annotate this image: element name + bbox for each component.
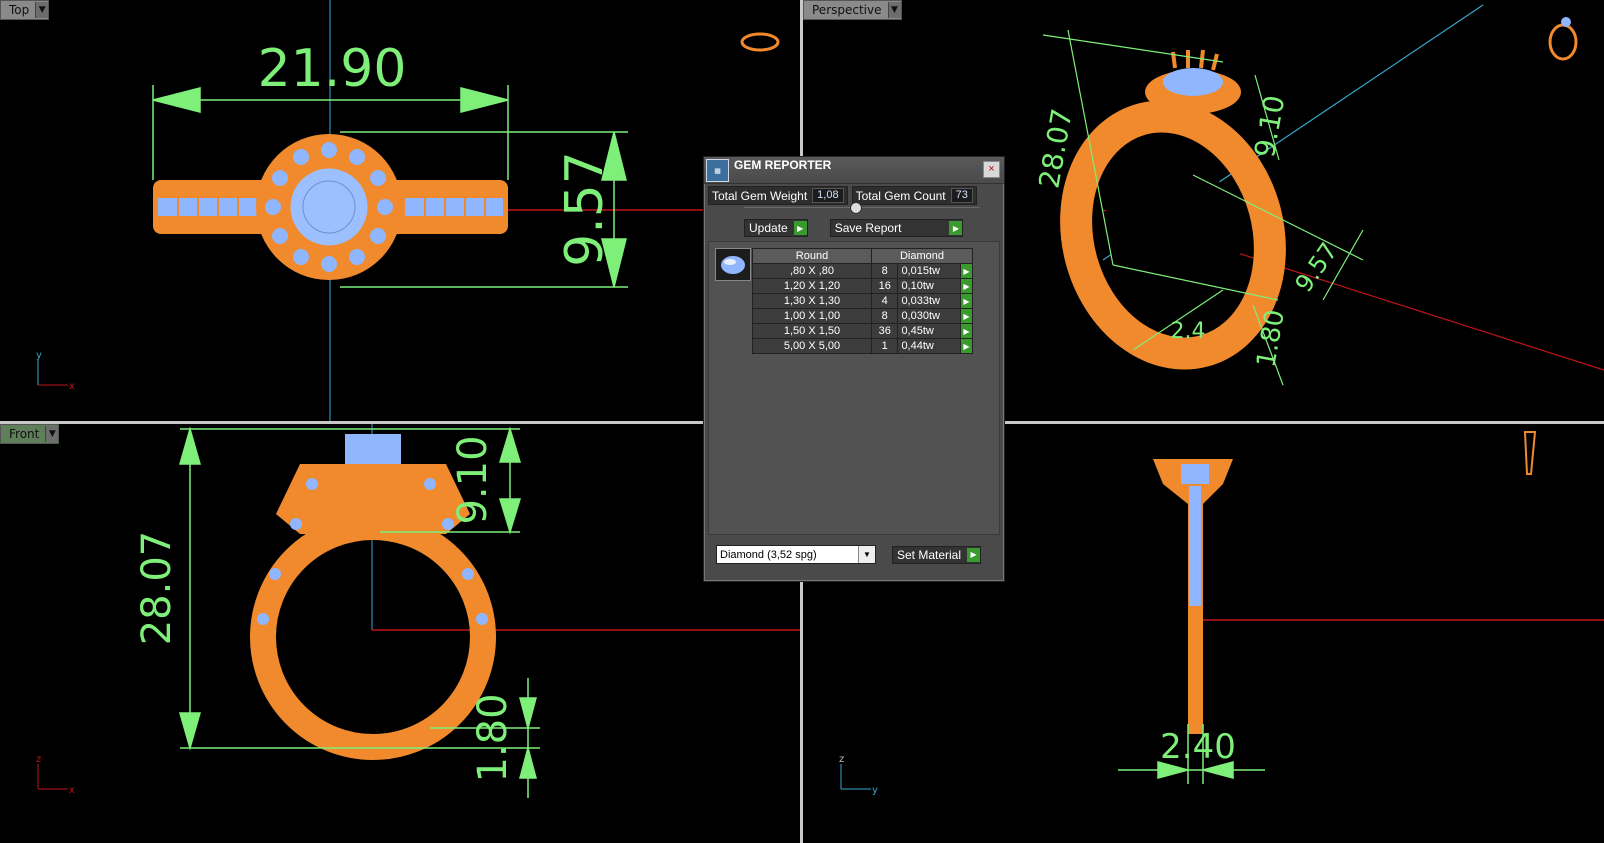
view-cube-icon — [1548, 23, 1578, 61]
gem-channel-left — [158, 198, 258, 216]
play-arrow-icon[interactable]: ▶ — [960, 308, 973, 324]
total-gem-count-value: 73 — [950, 188, 973, 203]
play-arrow-icon[interactable]: ▶ — [960, 293, 973, 309]
svg-text:z: z — [36, 754, 41, 765]
play-arrow-icon: ▶ — [967, 547, 981, 562]
table-row[interactable]: 1,30 X 1,30 4 0,033tw ▶ — [752, 293, 973, 309]
ring-head — [276, 464, 470, 534]
splitter-handle-icon[interactable] — [850, 202, 862, 214]
dim-label-top: 9.10 — [450, 435, 496, 524]
viewport-label-perspective[interactable]: Perspective ▼ — [803, 0, 902, 20]
dim-label-height: 28.07 — [134, 531, 180, 646]
ring-shank — [250, 514, 496, 760]
play-arrow-icon[interactable]: ▶ — [960, 263, 973, 279]
update-button[interactable]: Update ▶ — [744, 219, 808, 237]
viewport-label-top[interactable]: Top ▼ — [0, 0, 50, 20]
gem-reporter-dialog[interactable]: ▦ GEM REPORTER × Total Gem Weight 1,08 T… — [703, 156, 1005, 582]
column-header-material: Diamond — [871, 248, 973, 264]
total-gem-weight: Total Gem Weight 1,08 — [708, 186, 848, 205]
table-row[interactable]: 1,20 X 1,20 16 0,10tw ▶ — [752, 278, 973, 294]
table-row[interactable]: 5,00 X 5,00 1 0,44tw ▶ — [752, 338, 973, 354]
svg-text:x: x — [69, 381, 75, 392]
viewport-label-front[interactable]: Front ▼ — [0, 424, 60, 444]
close-button[interactable]: × — [983, 161, 1000, 178]
play-arrow-icon[interactable]: ▶ — [960, 338, 973, 354]
viewport-top[interactable]: 21.90 9.57 y x Top ▼ — [0, 0, 800, 421]
total-gem-count-label: Total Gem Count — [855, 188, 946, 203]
svg-text:y: y — [872, 785, 878, 796]
dim-label-width: 21.90 — [258, 39, 407, 99]
column-header-shape: Round — [752, 248, 872, 264]
center-stone — [1181, 464, 1209, 484]
view-cube-icon — [740, 32, 780, 52]
play-arrow-icon[interactable]: ▶ — [960, 323, 973, 339]
chevron-down-icon[interactable]: ▼ — [858, 546, 875, 563]
chevron-down-icon[interactable]: ▼ — [45, 426, 59, 442]
gem-list-panel[interactable]: Round Diamond ,80 X ,80 8 0,015tw ▶ 1,20… — [708, 241, 1000, 535]
round-gem-icon[interactable] — [715, 248, 751, 281]
table-row[interactable]: 1,50 X 1,50 36 0,45tw ▶ — [752, 323, 973, 339]
total-gem-weight-value: 1,08 — [812, 188, 844, 203]
center-stone — [287, 165, 371, 249]
play-arrow-icon: ▶ — [793, 221, 807, 235]
chevron-down-icon[interactable]: ▼ — [35, 2, 49, 18]
table-row[interactable]: 1,00 X 1,00 8 0,030tw ▶ — [752, 308, 973, 324]
material-select[interactable]: Diamond (3,52 spg) ▼ — [716, 545, 876, 564]
dim-label-width: 2.40 — [1160, 727, 1236, 767]
set-material-button[interactable]: Set Material ▶ — [892, 545, 982, 564]
dim-label-height: 9.57 — [555, 151, 615, 267]
total-gem-count: Total Gem Count 73 — [851, 186, 977, 205]
shank-gems — [1189, 486, 1201, 606]
play-arrow-icon: ▶ — [949, 221, 963, 235]
svg-text:y: y — [36, 350, 42, 361]
svg-text:x: x — [69, 785, 75, 796]
top-view-canvas: 21.90 9.57 y x — [36, 0, 800, 421]
gem-reporter-logo-icon: ▦ — [706, 159, 729, 182]
dialog-title: GEM REPORTER — [734, 158, 832, 172]
center-stone — [345, 434, 401, 464]
total-gem-weight-label: Total Gem Weight — [712, 188, 808, 203]
dialog-titlebar[interactable]: ▦ GEM REPORTER × — [704, 157, 1004, 184]
center-stone — [1163, 68, 1223, 96]
splitter — [744, 207, 980, 208]
dim-label-bottom: 1.80 — [470, 693, 516, 782]
front-view-canvas: 28.07 9.10 1.80 z x — [36, 424, 800, 798]
dim-label-shank: 2.4 — [1171, 319, 1206, 344]
gem-table: Round Diamond ,80 X ,80 8 0,015tw ▶ 1,20… — [752, 248, 973, 354]
chevron-down-icon[interactable]: ▼ — [887, 2, 901, 18]
svg-text:z: z — [839, 754, 844, 765]
axis-gizmo — [37, 360, 68, 386]
play-arrow-icon[interactable]: ▶ — [960, 278, 973, 294]
save-report-button[interactable]: Save Report ▶ — [829, 219, 964, 237]
gem-channel-right — [405, 198, 503, 216]
view-cube-icon — [1523, 431, 1537, 475]
table-row[interactable]: ,80 X ,80 8 0,015tw ▶ — [752, 263, 973, 279]
axis-gizmo — [37, 764, 68, 790]
viewport-front[interactable]: 28.07 9.10 1.80 z x Front ▼ — [0, 424, 800, 843]
dim-label-top: 9.10 — [1248, 93, 1291, 160]
axis-gizmo — [840, 764, 871, 790]
